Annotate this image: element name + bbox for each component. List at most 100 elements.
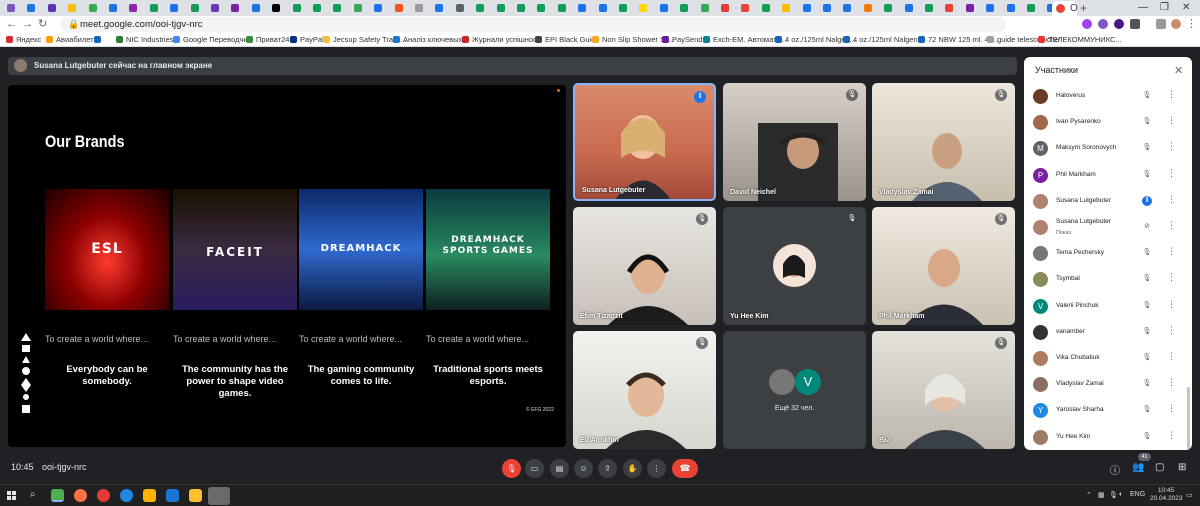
participant-row[interactable]: Y Yaroslav Sharha 🎙 ⋮	[1024, 397, 1192, 423]
extension-icon[interactable]	[1082, 19, 1092, 29]
close-window-icon[interactable]: ✕	[1182, 1, 1190, 15]
meeting-info-icon[interactable]: ⓘ	[1110, 462, 1120, 477]
active-tab[interactable]: O	[1052, 1, 1078, 16]
mic-off-icon[interactable]: 🎙	[1142, 143, 1152, 153]
search-icon[interactable]: ⌕	[30, 489, 36, 500]
bookmark[interactable]: Авиабилеты	[46, 33, 99, 47]
browser-tab[interactable]	[902, 2, 920, 15]
more-options-icon[interactable]: ⋮	[1167, 220, 1176, 231]
browser-tab[interactable]	[534, 2, 552, 15]
mic-off-icon[interactable]: 🎙	[1142, 117, 1152, 127]
edge-taskbar-icon[interactable]	[120, 489, 133, 502]
browser-tab[interactable]	[881, 2, 899, 15]
browser-tab[interactable]	[249, 2, 267, 15]
chat-icon[interactable]: ▢	[1155, 462, 1164, 473]
browser-tab[interactable]	[575, 2, 593, 15]
more-options-icon[interactable]: ⋮	[1167, 430, 1176, 441]
browser-tab[interactable]	[228, 2, 246, 15]
explorer-taskbar-icon[interactable]	[189, 489, 202, 502]
scrollbar[interactable]	[1187, 387, 1190, 449]
presentation-slide[interactable]: Our Brands ESL FACEIT DREAMHACK DREAMHAC…	[8, 85, 566, 447]
browser-tab[interactable]	[942, 2, 960, 15]
opera-taskbar-icon[interactable]	[97, 489, 110, 502]
browser-tab[interactable]	[779, 2, 797, 15]
firefox-taskbar-icon[interactable]	[74, 489, 87, 502]
more-options-icon[interactable]: ⋮	[1167, 194, 1176, 205]
mic-off-icon[interactable]: 🎙	[1142, 379, 1152, 389]
profile-avatar[interactable]	[1171, 19, 1181, 29]
browser-tab[interactable]	[167, 2, 185, 15]
participant-row[interactable]: M Maksym Soronovych 🎙 ⋮	[1024, 135, 1192, 161]
chrome-taskbar-icon[interactable]	[51, 489, 64, 502]
participant-tile[interactable]: ⦀ Susana Lutgebuter	[573, 83, 716, 201]
extension-icon[interactable]	[1114, 19, 1124, 29]
participant-row[interactable]: Tema Pechersky 🎙 ⋮	[1024, 240, 1192, 266]
browser-tab[interactable]	[636, 2, 654, 15]
maximize-icon[interactable]: ❐	[1160, 1, 1169, 15]
participant-tile[interactable]: 🎙 Phil Markham	[872, 207, 1015, 325]
browser-tab[interactable]	[596, 2, 614, 15]
browser-tab[interactable]	[759, 2, 777, 15]
browser-tab[interactable]	[800, 2, 818, 15]
browser-tab[interactable]	[473, 2, 491, 15]
back-icon[interactable]: ←	[6, 17, 17, 32]
notifications-icon[interactable]: ▭	[1186, 491, 1193, 499]
participant-row[interactable]: Vladyslav Zamai 🎙 ⋮	[1024, 371, 1192, 397]
more-options-icon[interactable]: ⋮	[1167, 168, 1176, 179]
volume-icon[interactable]: ◖	[1118, 491, 1122, 498]
browser-tab[interactable]	[24, 2, 42, 15]
extensions-puzzle-icon[interactable]	[1130, 19, 1140, 29]
mic-off-icon[interactable]: 🎙	[1142, 301, 1152, 311]
browser-tab[interactable]	[514, 2, 532, 15]
mic-off-icon[interactable]: 🎙	[1142, 405, 1152, 415]
participant-tile[interactable]: 🎙 Efim Tizagzit	[573, 207, 716, 325]
more-options-icon[interactable]: ⋮	[1167, 141, 1176, 152]
browser-tab[interactable]	[983, 2, 1001, 15]
bookmark[interactable]: PayPal	[290, 33, 324, 47]
bookmark[interactable]: ТЕЛЕКОММУНИКС...	[1038, 33, 1122, 47]
more-options-icon[interactable]: ⋮	[1167, 325, 1176, 336]
browser-tab[interactable]	[718, 2, 736, 15]
participant-tile[interactable]: 🎙 David Neichel	[723, 83, 866, 201]
mic-tray-icon[interactable]: 🎙	[1109, 491, 1118, 499]
store-taskbar-icon[interactable]	[143, 489, 156, 502]
browser-tab[interactable]	[555, 2, 573, 15]
more-options-icon[interactable]: ⋮	[1167, 89, 1176, 100]
bookmark[interactable]: Аналіз ключевых...	[393, 33, 469, 47]
browser-tab[interactable]	[698, 2, 716, 15]
browser-tab[interactable]	[738, 2, 756, 15]
more-options-icon[interactable]: ⋮	[1167, 246, 1176, 257]
activities-icon[interactable]: ⊞	[1178, 462, 1186, 473]
mail-taskbar-icon[interactable]	[166, 489, 179, 502]
browser-tab[interactable]	[820, 2, 838, 15]
mic-toggle-button[interactable]: 🎙	[502, 459, 521, 478]
presenting-icon[interactable]: ⊘	[1142, 222, 1152, 232]
mic-off-icon[interactable]: 🎙	[1142, 91, 1152, 101]
browser-tab[interactable]	[432, 2, 450, 15]
captions-button[interactable]: ▤	[550, 459, 569, 478]
browser-tab[interactable]	[412, 2, 430, 15]
browser-tab[interactable]	[310, 2, 328, 15]
participant-tile[interactable]: 🎙 Vladyslav Zamai	[872, 83, 1015, 201]
bookmark[interactable]	[94, 33, 104, 47]
browser-tab[interactable]	[86, 2, 104, 15]
browser-tab[interactable]	[616, 2, 634, 15]
close-icon[interactable]: ✕	[1174, 64, 1183, 77]
browser-tab[interactable]	[106, 2, 124, 15]
reload-icon[interactable]: ↻	[38, 17, 47, 32]
bookmark[interactable]: Google Переводчик	[173, 33, 251, 47]
browser-tab[interactable]	[840, 2, 858, 15]
more-options-icon[interactable]: ⋮	[1167, 403, 1176, 414]
input-language[interactable]: ENG	[1130, 491, 1145, 498]
more-options-icon[interactable]: ⋮	[1167, 351, 1176, 362]
mic-off-icon[interactable]: 🎙	[1142, 170, 1152, 180]
browser-tab[interactable]	[126, 2, 144, 15]
browser-tab[interactable]	[392, 2, 410, 15]
more-options-icon[interactable]: ⋮	[1167, 272, 1176, 283]
participant-row[interactable]: P Phil Markham 🎙 ⋮	[1024, 162, 1192, 188]
leave-call-button[interactable]: ☎	[672, 459, 698, 478]
browser-tab[interactable]	[208, 2, 226, 15]
more-options-icon[interactable]: ⋮	[1167, 299, 1176, 310]
participant-tile-self[interactable]: 🎙 Вы	[872, 331, 1015, 449]
people-icon[interactable]: 👥	[1132, 462, 1144, 473]
